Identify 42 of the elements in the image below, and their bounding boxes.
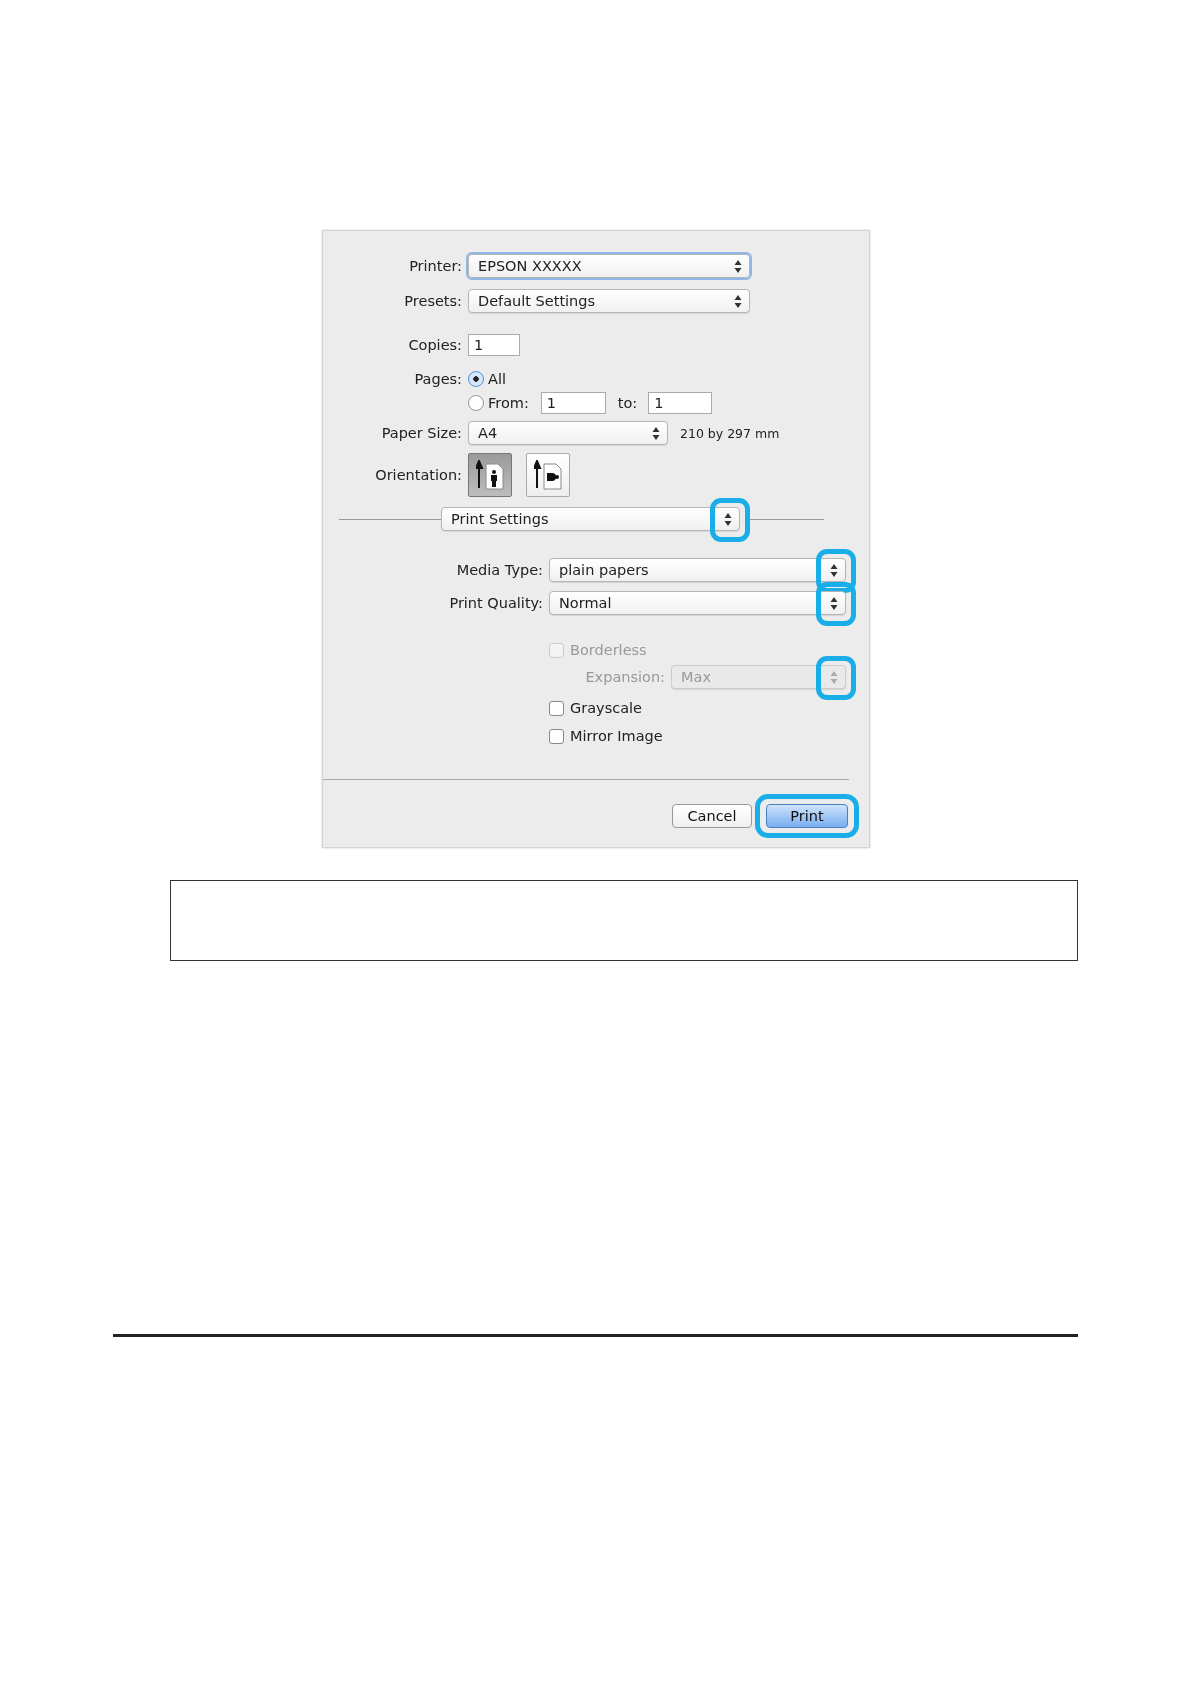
to-field[interactable]: 1 xyxy=(648,392,713,414)
checkbox-label: Borderless xyxy=(570,642,647,658)
presets-popup[interactable]: Default Settings xyxy=(468,289,750,313)
field-label: Media Type: xyxy=(455,562,544,578)
panel-popup[interactable]: Print Settings xyxy=(441,507,740,531)
radio-button[interactable] xyxy=(468,395,484,411)
setting-popup[interactable]: Normal xyxy=(549,591,846,615)
stepper-icon xyxy=(734,259,742,273)
radio-label: All xyxy=(488,371,506,387)
stepper-icon xyxy=(830,563,838,577)
portrait-page-icon xyxy=(476,460,504,490)
printer-popup[interactable]: EPSON XXXXX xyxy=(468,254,750,278)
from-field[interactable]: 1 xyxy=(540,392,606,414)
checkbox-label: Grayscale xyxy=(570,700,643,716)
landscape-orientation-button[interactable] xyxy=(526,453,570,497)
portrait-orientation-button[interactable] xyxy=(468,453,512,497)
field-label: Orientation: xyxy=(374,467,463,483)
paper-size-popup[interactable]: A4 xyxy=(468,421,668,445)
stepper-icon xyxy=(734,294,742,308)
field-label: Print Quality: xyxy=(448,595,544,611)
field-label: to: xyxy=(617,395,638,411)
field-label: Printer: xyxy=(408,258,463,274)
radio-button[interactable] xyxy=(468,371,484,387)
stepper-icon xyxy=(830,596,838,610)
radio-label: From: xyxy=(488,395,529,411)
stepper-icon xyxy=(830,670,838,684)
setting-popup[interactable]: plain papers xyxy=(549,558,846,582)
stepper-icon xyxy=(724,512,732,526)
checkbox-label: Mirror Image xyxy=(570,728,663,744)
checkbox[interactable] xyxy=(549,728,564,744)
field-label: Paper Size: xyxy=(380,425,463,441)
copies-field[interactable]: 1 xyxy=(468,334,520,356)
landscape-page-icon xyxy=(534,460,562,490)
print-button[interactable]: Print xyxy=(766,804,848,828)
field-label: Presets: xyxy=(403,293,463,309)
field-label: Copies: xyxy=(407,337,463,353)
paper-dimensions: 210 by 297 mm xyxy=(680,425,780,441)
field-label: Pages: xyxy=(413,371,463,387)
cancel-button[interactable]: Cancel xyxy=(672,804,752,828)
checkbox[interactable] xyxy=(549,700,564,716)
stepper-icon xyxy=(652,426,660,440)
field-label: Expansion: xyxy=(584,669,666,685)
